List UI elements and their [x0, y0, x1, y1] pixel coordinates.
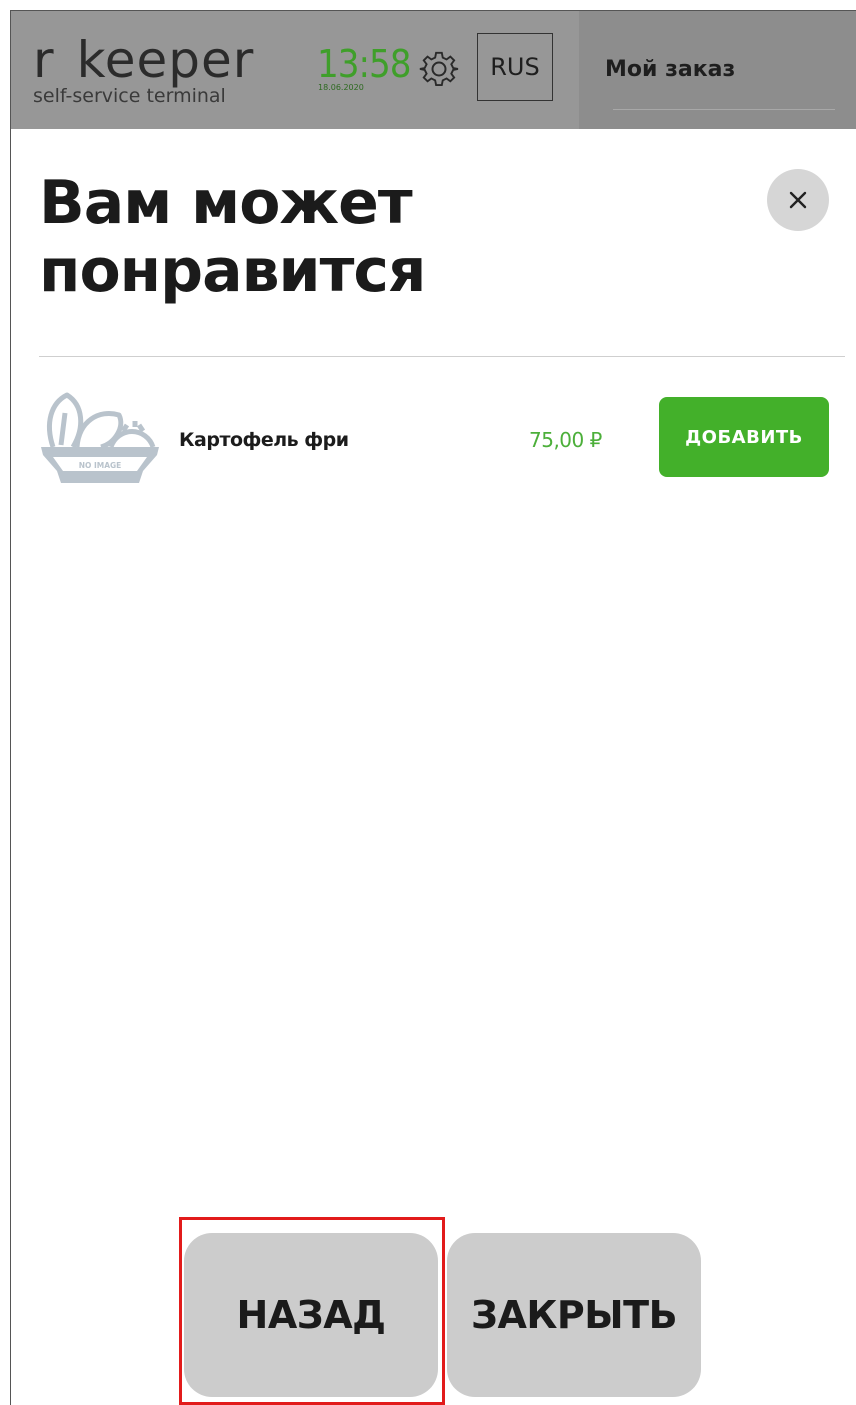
- close-icon: [789, 191, 807, 209]
- close-footer-button[interactable]: ЗАКРЫТЬ: [447, 1233, 701, 1397]
- logo-subtitle: self-service terminal: [33, 85, 226, 107]
- add-button[interactable]: ДОБАВИТЬ: [659, 397, 829, 477]
- my-order-title: Мой заказ: [605, 57, 736, 82]
- item-name: Картофель фри: [179, 429, 349, 451]
- clock-date: 18.06.2020: [318, 83, 364, 92]
- no-image-label: NO IMAGE: [79, 461, 122, 470]
- no-image-placeholder-icon: NO IMAGE: [39, 387, 161, 487]
- popup-title: Вам может понравится: [39, 169, 639, 305]
- popup-title-line2: понравится: [39, 236, 426, 306]
- my-order-divider: [613, 109, 835, 110]
- popup-title-line1: Вам может: [39, 168, 413, 238]
- language-button[interactable]: RUS: [477, 33, 553, 101]
- logo-r: r: [33, 31, 55, 89]
- clock-time: 13:58: [317, 42, 412, 86]
- logo-word: keeper: [76, 31, 255, 89]
- close-button[interactable]: [767, 169, 829, 231]
- list-item: NO IMAGE Картофель фри 75,00 ₽ ДОБАВИТЬ: [39, 381, 845, 491]
- header-bar: r keeper self-service terminal 13:58 18.0…: [11, 11, 856, 129]
- my-order-panel[interactable]: Мой заказ: [579, 11, 856, 129]
- logo: r keeper: [33, 35, 254, 85]
- title-divider: [39, 356, 845, 357]
- gear-icon[interactable]: [419, 49, 459, 89]
- back-button[interactable]: НАЗАД: [184, 1233, 438, 1397]
- app-frame: r keeper self-service terminal 13:58 18.0…: [10, 10, 856, 1405]
- item-price: 75,00 ₽: [529, 428, 602, 452]
